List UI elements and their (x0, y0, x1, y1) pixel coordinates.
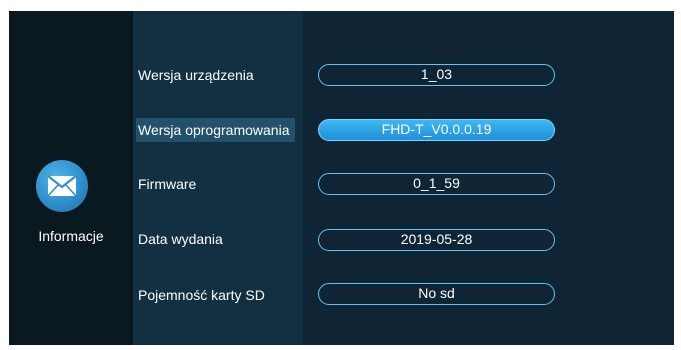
envelope-glyph (47, 175, 77, 197)
value-firmware[interactable]: 0_1_59 (318, 173, 555, 195)
label-device-version: Wersja urządzenia (138, 67, 254, 83)
label-sd-capacity: Pojemność karty SD (138, 287, 265, 303)
label-firmware: Firmware (138, 176, 197, 192)
envelope-icon[interactable] (36, 160, 88, 212)
sidebar-section-label: Informacje (38, 228, 104, 244)
value-software-version[interactable]: FHD-T_V0.0.0.19 (318, 119, 555, 141)
value-sd-capacity[interactable]: No sd (318, 283, 555, 305)
label-software-version: Wersja oprogramowania (136, 118, 296, 142)
value-release-date[interactable]: 2019-05-28 (318, 229, 555, 251)
label-release-date: Data wydania (138, 231, 223, 247)
value-device-version[interactable]: 1_03 (318, 64, 555, 86)
